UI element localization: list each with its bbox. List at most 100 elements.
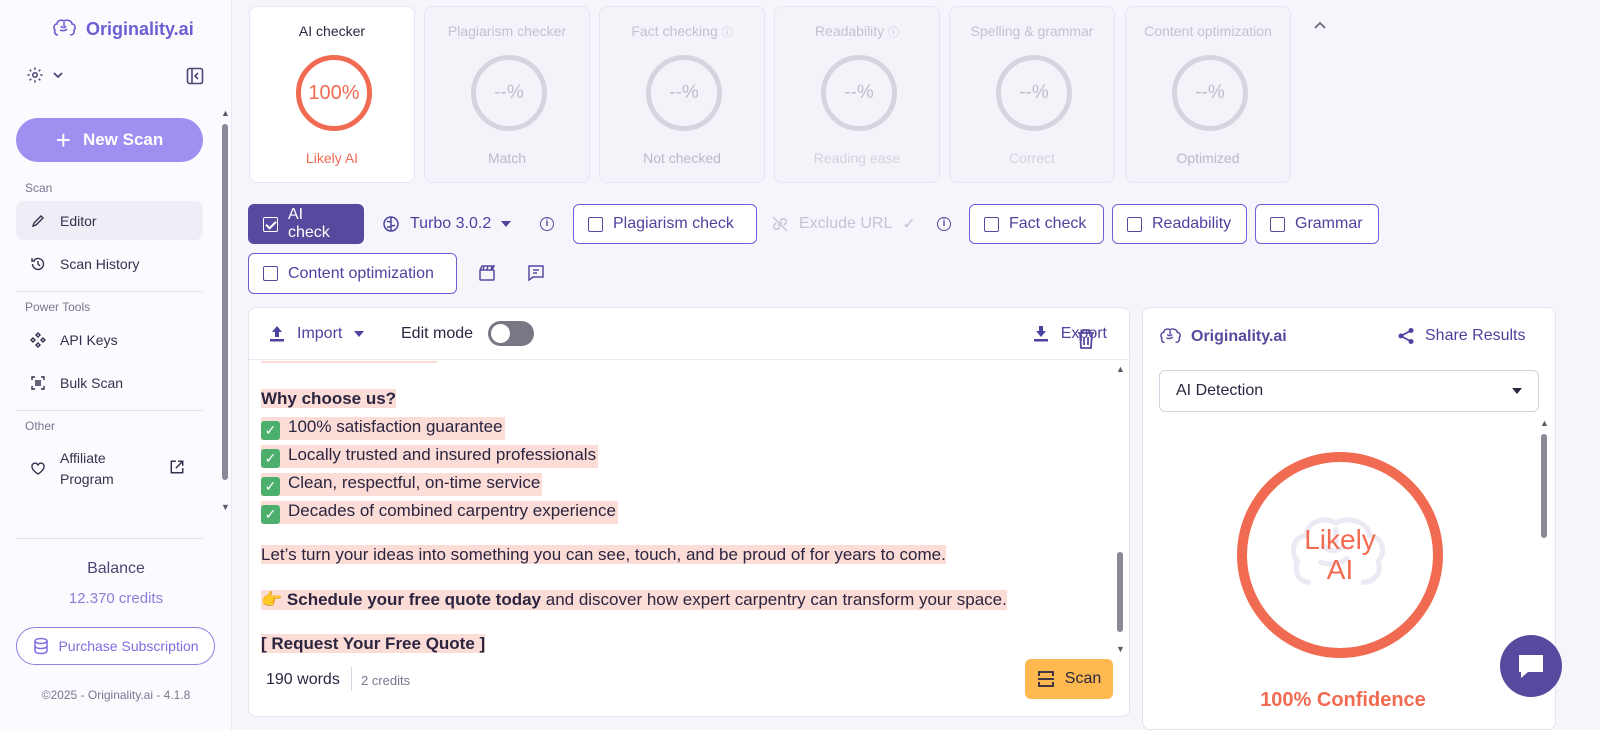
divider: [351, 667, 352, 691]
caret-down-icon: [501, 221, 512, 227]
share-label: Share Results: [1425, 327, 1526, 344]
divider: [16, 410, 203, 411]
info-icon: ⓘ: [888, 27, 900, 39]
card-fact-checking[interactable]: Fact checking ⓘ --% Not checked: [599, 6, 765, 183]
sidebar-scrollbar[interactable]: ▲ ▼: [220, 108, 230, 518]
heading-text: Why choose us?: [261, 389, 397, 408]
checkbox-icon: [263, 266, 278, 281]
model-select[interactable]: Turbo 3.0.2: [382, 204, 512, 244]
exclude-url-toggle[interactable]: Exclude URL ✓: [771, 204, 916, 244]
settings-menu[interactable]: [26, 66, 64, 84]
card-title: Plagiarism checker: [447, 23, 567, 39]
grammar-label: Grammar: [1295, 215, 1363, 232]
scrollbar-thumb[interactable]: [1541, 434, 1547, 538]
content-paragraph: Let’s turn your ideas into something you…: [261, 545, 946, 565]
scrollbar-thumb[interactable]: [1117, 552, 1123, 632]
card-title-wrap: Readability ⓘ: [775, 23, 939, 40]
card-status: Likely AI: [305, 150, 359, 166]
chat-support-button[interactable]: [1500, 635, 1562, 697]
sidebar-item-api-keys[interactable]: API Keys: [16, 320, 203, 359]
score-value: --%: [1019, 82, 1049, 103]
score-ring: --%: [996, 55, 1072, 131]
fact-check-toggle[interactable]: Fact check: [969, 204, 1104, 244]
affiliate-label-line-1: Affiliate: [60, 450, 106, 466]
scroll-down-arrow-icon[interactable]: ▼: [1116, 644, 1125, 654]
card-ai-checker[interactable]: AI checker 100% Likely AI: [249, 6, 415, 183]
section-label-scan: Scan: [25, 181, 53, 195]
exclude-url-label: Exclude URL: [799, 215, 893, 232]
collapse-sidebar-icon[interactable]: [186, 67, 204, 85]
link-off-icon: [772, 216, 788, 232]
bullet-text: 100% satisfaction guarantee: [288, 417, 503, 436]
editor-content[interactable]: Why choose us? ✓ 100% satisfaction guaran…: [261, 361, 1111, 653]
card-plagiarism-checker[interactable]: Plagiarism checker --% Match: [424, 6, 590, 183]
card-spelling-grammar[interactable]: Spelling & grammar --% Correct: [949, 6, 1115, 183]
section-label-power-tools: Power Tools: [25, 300, 91, 314]
scroll-up-arrow-icon[interactable]: ▲: [221, 108, 230, 118]
editor-header: Import Edit mode Export: [249, 308, 1129, 360]
checkbox-icon: [1127, 216, 1142, 232]
card-title: Readability: [814, 23, 885, 39]
sidebar: Originality.ai + New Scan Scan Editor Sc…: [0, 0, 232, 730]
plagiarism-check-toggle[interactable]: Plagiarism check: [573, 204, 757, 244]
edit-mode-switch[interactable]: [488, 321, 534, 346]
sidebar-item-affiliate[interactable]: Affiliate Program: [16, 447, 203, 491]
scan-button[interactable]: Scan: [1025, 659, 1113, 699]
chevron-down-icon: [53, 72, 63, 79]
plus-icon: +: [55, 125, 71, 155]
comment-icon[interactable]: [527, 264, 545, 282]
chevron-up-icon[interactable]: [1312, 18, 1328, 34]
bullet-item: ✓ 100% satisfaction guarantee: [261, 417, 505, 440]
pencil-icon: [31, 214, 44, 227]
brain-logo-icon: [1160, 328, 1181, 344]
content-link: [ Request Your Free Quote ]: [261, 634, 486, 653]
scan-icon: [1037, 671, 1054, 687]
info-icon: i: [540, 217, 554, 231]
divider: [16, 538, 203, 539]
scrollbar-thumb[interactable]: [222, 124, 228, 480]
score-ring: --%: [821, 55, 897, 131]
trash-icon[interactable]: [1076, 328, 1096, 350]
sidebar-item-label: Scan History: [60, 255, 140, 272]
check-box-icon: ✓: [261, 449, 280, 468]
sidebar-item-editor[interactable]: Editor: [16, 201, 203, 240]
card-title-wrap: Fact checking ⓘ: [600, 23, 764, 40]
check-box-icon: ✓: [261, 505, 280, 524]
clapperboard-icon[interactable]: [478, 264, 496, 282]
exclude-url-info[interactable]: i: [937, 204, 951, 244]
section-label-other: Other: [25, 419, 56, 433]
scroll-up-arrow-icon[interactable]: ▲: [1540, 418, 1549, 428]
new-scan-label: New Scan: [82, 130, 164, 149]
content-optimization-label: Content optimization: [288, 264, 434, 282]
cta-bold: Schedule your free quote today: [286, 590, 542, 609]
checkbox-icon: [1270, 216, 1285, 232]
grammar-toggle[interactable]: Grammar: [1255, 204, 1379, 244]
content-optimization-toggle[interactable]: Content optimization: [248, 253, 457, 294]
editor-scrollbar[interactable]: ▲ ▼: [1115, 364, 1125, 654]
scan-frame-icon: [31, 375, 45, 390]
caret-down-icon: [354, 331, 365, 337]
ai-check-toggle[interactable]: AI check: [248, 204, 364, 244]
card-title: Spelling & grammar: [970, 23, 1094, 39]
sidebar-item-bulk-scan[interactable]: Bulk Scan: [16, 363, 203, 402]
new-scan-button[interactable]: + New Scan: [16, 118, 203, 162]
share-results-button[interactable]: Share Results: [1397, 327, 1526, 345]
readability-toggle[interactable]: Readability: [1112, 204, 1247, 244]
brand-logo[interactable]: Originality.ai: [52, 18, 194, 40]
content-heading: Why choose us?: [261, 389, 397, 409]
detection-type-select[interactable]: AI Detection: [1159, 370, 1539, 412]
import-button[interactable]: Import: [269, 325, 365, 343]
download-icon: [1033, 326, 1048, 342]
results-brand: Originality.ai: [1159, 327, 1287, 347]
scroll-up-arrow-icon[interactable]: ▲: [1116, 364, 1125, 374]
checkbox-icon: [588, 216, 603, 232]
sidebar-item-scan-history[interactable]: Scan History: [16, 244, 203, 283]
score-ring: --%: [1172, 55, 1248, 131]
select-value: AI Detection: [1176, 382, 1264, 399]
info-icon: i: [937, 217, 951, 231]
card-content-optimization[interactable]: Content optimization --% Optimized: [1125, 6, 1291, 183]
purchase-subscription-button[interactable]: Purchase Subscription: [16, 627, 215, 665]
card-readability[interactable]: Readability ⓘ --% Reading ease: [774, 6, 940, 183]
scroll-down-arrow-icon[interactable]: ▼: [221, 502, 230, 512]
model-info[interactable]: i: [540, 204, 554, 244]
